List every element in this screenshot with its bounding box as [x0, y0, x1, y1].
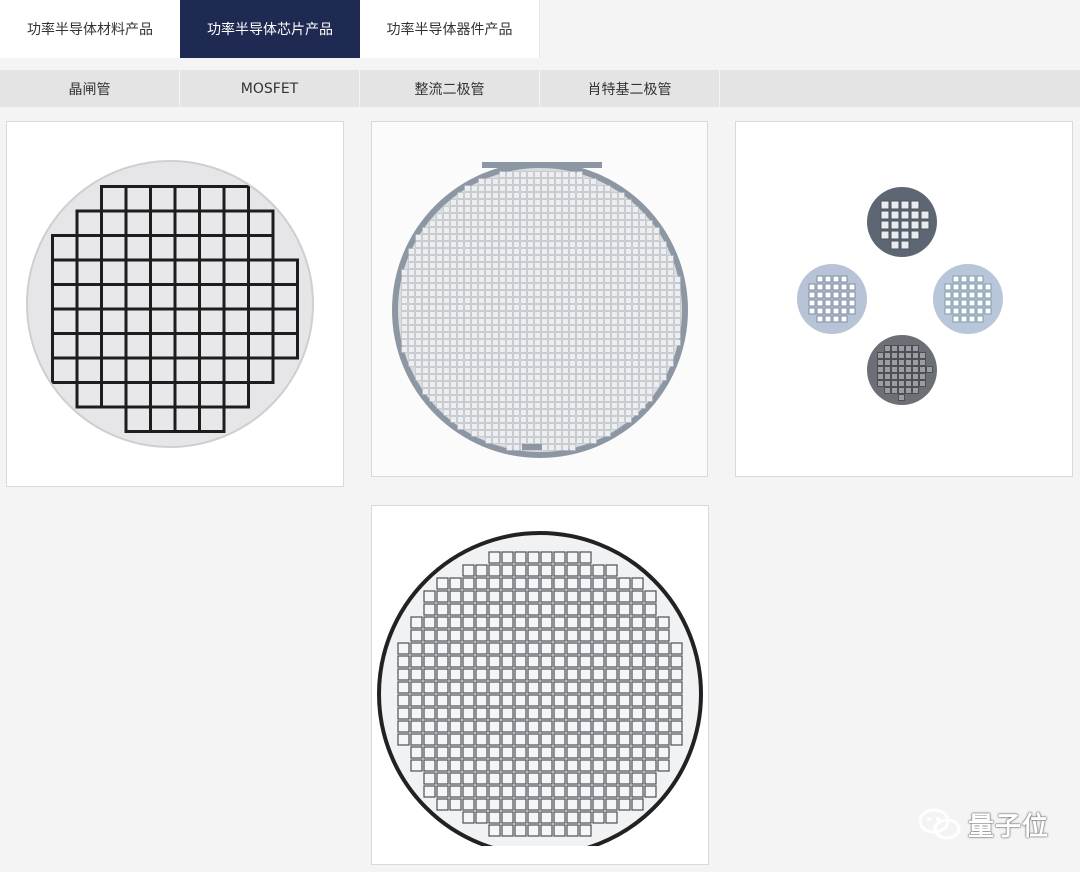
product-card-thyristor[interactable]: [6, 121, 344, 487]
wechat-icon: [918, 808, 961, 839]
category-tabs: 功率半导体材料产品 功率半导体芯片产品 功率半导体器件产品: [0, 0, 1080, 58]
subcategory-tabs: 晶闸管 MOSFET 整流二极管 肖特基二极管: [0, 70, 1080, 107]
watermark: 量子位: [918, 806, 1049, 843]
subtabs-filler: [720, 70, 1080, 107]
subtab-thyristor[interactable]: 晶闸管: [0, 70, 180, 107]
schottky-wafer-image: [377, 531, 703, 862]
subtab-schottky-diode[interactable]: 肖特基二极管: [540, 70, 720, 107]
product-card-rectifier-diode[interactable]: [735, 121, 1073, 477]
product-card-mosfet[interactable]: [371, 121, 708, 477]
tab-power-semiconductor-chips[interactable]: 功率半导体芯片产品: [180, 0, 360, 58]
watermark-text: 量子位: [968, 812, 1050, 842]
product-card-schottky-diode[interactable]: [371, 505, 709, 865]
tab-power-semiconductor-devices[interactable]: 功率半导体器件产品: [360, 0, 540, 58]
mosfet-wafer-image: [392, 162, 688, 458]
subtab-mosfet[interactable]: MOSFET: [180, 70, 360, 107]
subtab-rectifier-diode[interactable]: 整流二极管: [360, 70, 540, 107]
rectifier-diode-wafers-image: [797, 187, 1003, 405]
tabs-filler: [540, 0, 1080, 58]
tab-power-semiconductor-materials[interactable]: 功率半导体材料产品: [0, 0, 180, 58]
thyristor-wafer-image: [26, 160, 314, 448]
